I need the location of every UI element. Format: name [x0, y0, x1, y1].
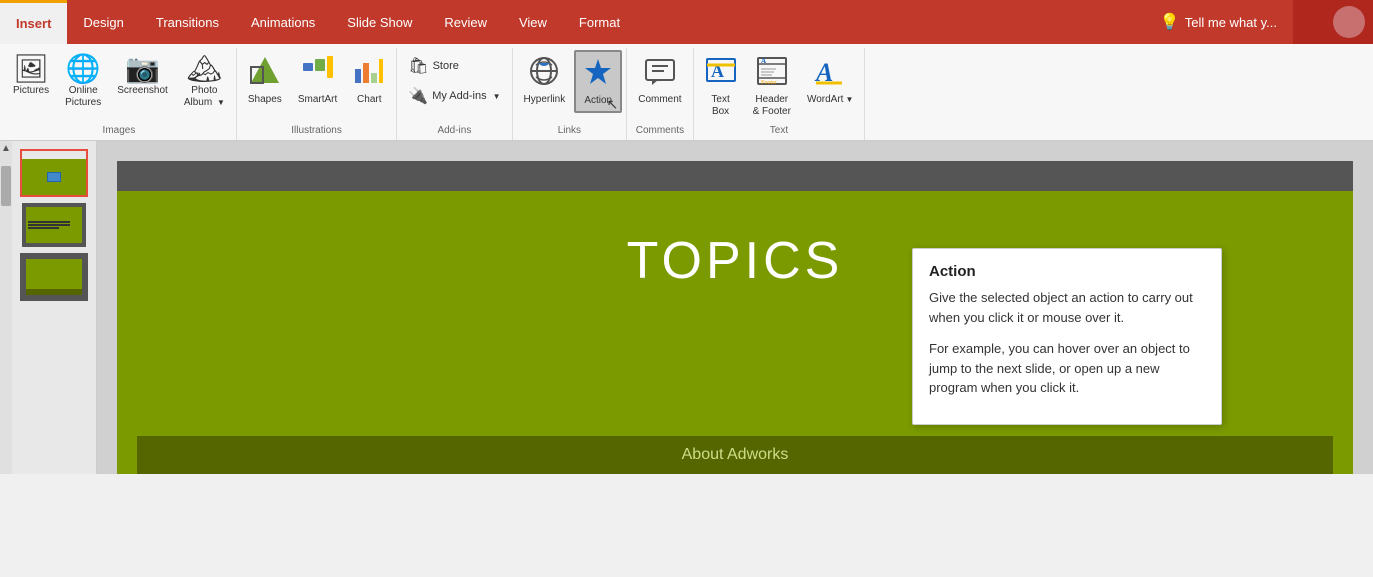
header-footer-icon: A Footer [756, 55, 788, 92]
wordart-icon: A [814, 55, 846, 92]
slide-footer-text: About Adworks [682, 446, 789, 464]
action-tooltip: Action Give the selected object an actio… [912, 248, 1222, 425]
group-links: Hyperlink Action ↖ Links [513, 48, 628, 140]
svg-text:Footer: Footer [761, 80, 777, 86]
ribbon-body: 🖼 Pictures 🌐 OnlinePictures 📷 Screenshot… [0, 44, 1373, 141]
group-illustrations: Shapes SmartArt [237, 48, 397, 140]
cursor-indicator: ↖ [606, 96, 618, 113]
ribbon-tab-bar: Insert Design Transitions Animations Sli… [0, 0, 1373, 44]
chart-icon [353, 55, 385, 92]
my-addins-button[interactable]: 🔌 My Add-ins ▼ [401, 82, 507, 110]
slide-thumb-2[interactable] [20, 201, 88, 249]
shapes-icon [249, 55, 281, 92]
slide-thumb-1[interactable] [20, 149, 88, 197]
tab-slideshow[interactable]: Slide Show [331, 0, 428, 44]
slide-footer-bar: About Adworks [137, 436, 1333, 474]
tab-format[interactable]: Format [563, 0, 636, 44]
action-icon [582, 56, 614, 93]
photo-album-button[interactable]: 🏔 PhotoAlbum ▼ [177, 50, 232, 114]
tab-insert[interactable]: Insert [0, 0, 67, 44]
slide-header-bar [117, 161, 1353, 191]
smartart-button[interactable]: SmartArt [291, 50, 344, 111]
lightbulb-icon: 💡 [1160, 12, 1180, 32]
comments-group-label: Comments [631, 123, 688, 140]
tab-design[interactable]: Design [67, 0, 139, 44]
comment-icon [644, 55, 676, 92]
svg-text:A: A [761, 57, 766, 65]
wordart-button[interactable]: A WordArt▼ [800, 50, 860, 111]
hyperlink-button[interactable]: Hyperlink [517, 50, 573, 111]
group-comments: Comment Comments [627, 48, 693, 140]
screenshot-icon: 📷 [125, 55, 160, 83]
scroll-track [0, 156, 12, 474]
links-group-label: Links [517, 123, 623, 140]
scroll-up-arrow[interactable]: ▲ [0, 141, 13, 156]
slide-title: TOPICS [627, 231, 844, 291]
tab-animations[interactable]: Animations [235, 0, 331, 44]
group-images: 🖼 Pictures 🌐 OnlinePictures 📷 Screenshot… [2, 48, 237, 140]
tab-view[interactable]: View [503, 0, 563, 44]
tooltip-title: Action [929, 263, 1205, 280]
user-avatar [1333, 6, 1365, 38]
tooltip-body-2: For example, you can hover over an objec… [929, 339, 1205, 398]
chart-button[interactable]: Chart [346, 50, 392, 111]
comment-button[interactable]: Comment [631, 50, 688, 111]
store-icon: 🛍 [408, 56, 428, 76]
tooltip-body-1: Give the selected object an action to ca… [929, 288, 1205, 327]
slide-panel [12, 141, 97, 474]
slide-thumb-3[interactable] [20, 253, 88, 301]
slide-thumb-dot [47, 172, 61, 182]
shapes-button[interactable]: Shapes [241, 50, 289, 111]
scroll-thumb[interactable] [1, 166, 11, 206]
pictures-icon: 🖼 [13, 55, 49, 83]
header-footer-button[interactable]: A Footer Header& Footer [746, 50, 798, 123]
tab-review[interactable]: Review [428, 0, 503, 44]
ribbon: Insert Design Transitions Animations Sli… [0, 0, 1373, 141]
pictures-button[interactable]: 🖼 Pictures [6, 50, 56, 102]
store-button[interactable]: 🛍 Store [401, 52, 507, 80]
action-button[interactable]: Action ↖ [574, 50, 622, 113]
tooltip-body: Give the selected object an action to ca… [929, 288, 1205, 398]
addins-group-label: Add-ins [401, 123, 507, 140]
images-group-label: Images [6, 123, 232, 140]
photo-album-icon: 🏔 [187, 55, 223, 83]
textbox-icon: A [705, 55, 737, 92]
group-addins: 🛍 Store 🔌 My Add-ins ▼ Add-ins [397, 48, 512, 140]
text-group-label: Text [698, 123, 861, 140]
tab-transitions[interactable]: Transitions [140, 0, 235, 44]
group-text: A TextBox A [694, 48, 866, 140]
smartart-icon [302, 55, 334, 92]
textbox-button[interactable]: A TextBox [698, 50, 744, 123]
online-pictures-button[interactable]: 🌐 OnlinePictures [58, 50, 108, 114]
vertical-scrollbar-left[interactable]: ▲ [0, 141, 12, 474]
online-pictures-icon: 🌐 [66, 55, 101, 83]
illustrations-group-label: Illustrations [241, 123, 392, 140]
hyperlink-icon [528, 55, 560, 92]
screenshot-button[interactable]: 📷 Screenshot [110, 50, 175, 102]
tell-me-input[interactable]: 💡 Tell me what y... [1144, 0, 1293, 44]
my-addins-icon: 🔌 [408, 86, 428, 106]
